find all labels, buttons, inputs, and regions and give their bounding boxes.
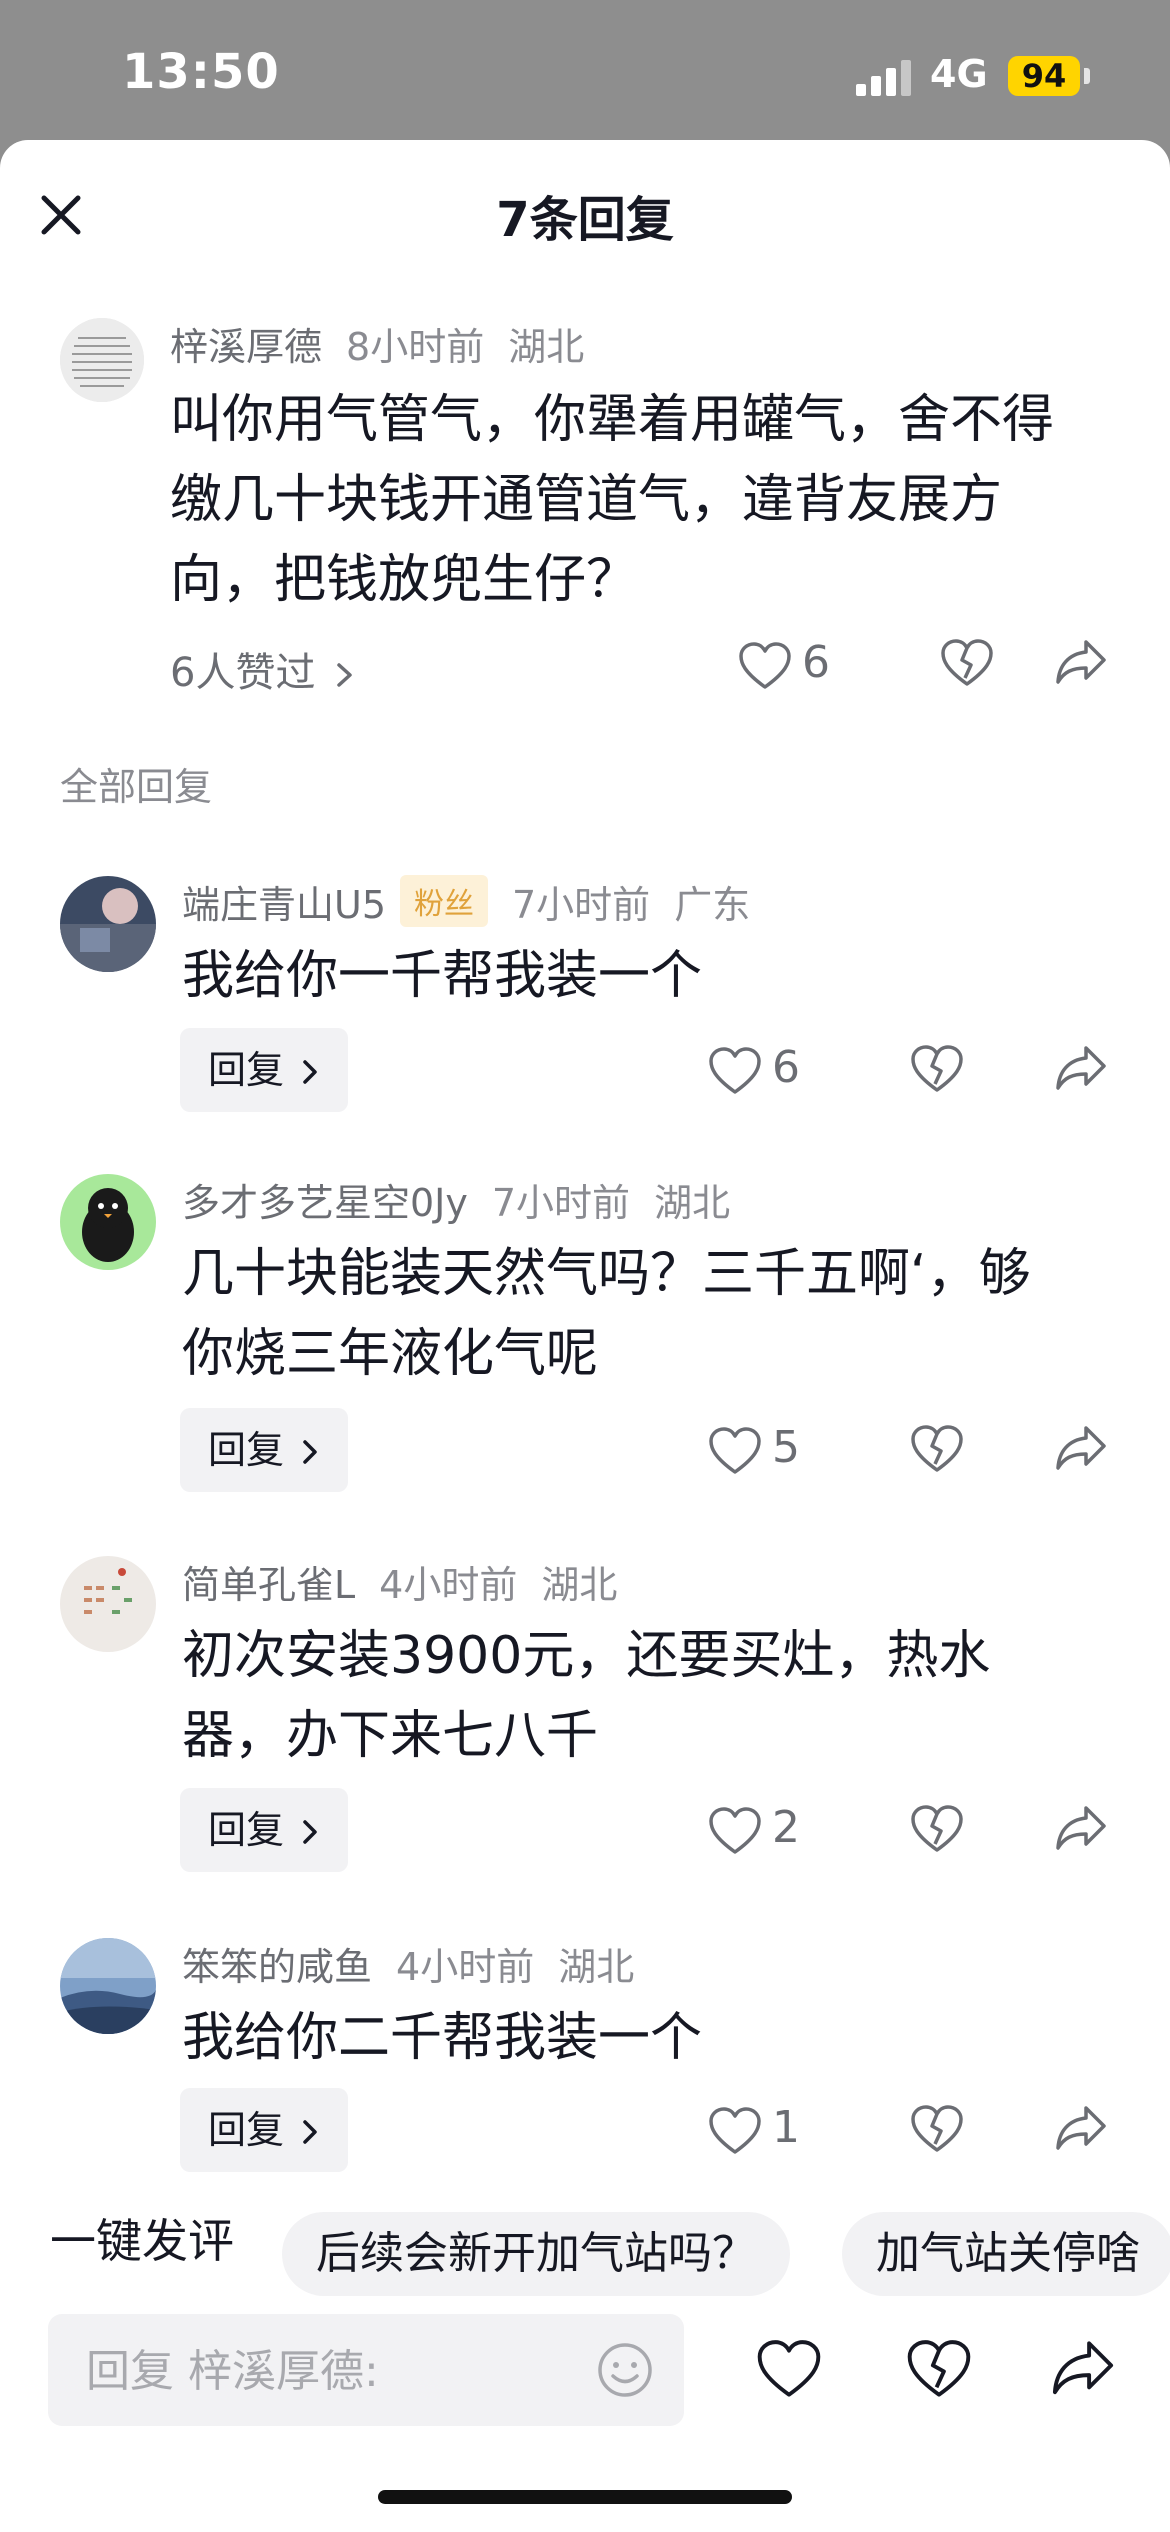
comment-text: 我给你一千帮我装一个	[182, 946, 703, 1006]
author-name[interactable]: 笨笨的咸鱼	[182, 1945, 372, 1989]
avatar[interactable]	[60, 1938, 156, 2034]
battery-tip	[1084, 68, 1090, 84]
liked-by-link[interactable]: 6人赞过	[170, 640, 356, 698]
reply-button[interactable]: 回复	[180, 2088, 348, 2172]
broken-heart-icon	[907, 2340, 971, 2397]
battery-icon: 94	[1008, 56, 1080, 96]
comment-time: 8小时前	[346, 325, 485, 369]
network-type: 4G	[930, 52, 988, 96]
comment-location: 广东	[674, 883, 751, 927]
section-label: 全部回复	[60, 765, 213, 809]
comment-time: 7小时前	[491, 1181, 631, 1225]
comment-time: 7小时前	[512, 883, 651, 927]
dislike-post-button[interactable]	[906, 2338, 972, 2404]
quick-comment-label: 一键发评	[50, 2214, 234, 2268]
broken-heart-icon	[911, 1805, 963, 1852]
avatar[interactable]	[60, 876, 156, 972]
comment-time: 4小时前	[396, 1945, 535, 1989]
dislike-button[interactable]	[940, 638, 994, 692]
comment-meta: 简单孔雀L 4小时前 湖北	[182, 1554, 617, 1609]
comment-meta: 梓溪厚德 8小时前 湖北	[170, 316, 584, 371]
dislike-button[interactable]	[910, 1044, 964, 1098]
share-post-button[interactable]	[1050, 2338, 1116, 2404]
broken-heart-icon	[911, 2105, 963, 2152]
share-button[interactable]	[1054, 1424, 1108, 1478]
like-count: 5	[772, 1422, 800, 1473]
share-icon	[1056, 2106, 1106, 2150]
comment-time: 4小时前	[379, 1563, 518, 1607]
chevron-right-icon	[303, 1060, 317, 1084]
comment-location: 湖北	[654, 1181, 731, 1225]
like-count: 2	[772, 1802, 800, 1853]
dislike-button[interactable]	[910, 1804, 964, 1858]
chevron-right-icon	[303, 1440, 317, 1464]
heart-icon	[709, 1807, 761, 1854]
comment-location: 湖北	[558, 1945, 635, 1989]
home-indicator	[378, 2490, 792, 2504]
reply-button[interactable]: 回复	[180, 1788, 348, 1872]
quick-comment-chip[interactable]: 加气站关停啥	[842, 2212, 1170, 2296]
sheet-title: 7条回复	[496, 192, 674, 248]
reply-button[interactable]: 回复	[180, 1408, 348, 1492]
comment-location: 湖北	[541, 1563, 618, 1607]
author-name[interactable]: 梓溪厚德	[170, 325, 322, 369]
share-icon	[1052, 2341, 1114, 2395]
status-time: 13:50	[122, 44, 280, 100]
chevron-right-icon	[303, 1820, 317, 1844]
status-bar: 13:50 4G 94	[0, 0, 1170, 140]
like-post-button[interactable]	[756, 2338, 822, 2404]
broken-heart-icon	[911, 1425, 963, 1472]
like-count: 6	[772, 1042, 800, 1093]
share-button[interactable]	[1054, 1804, 1108, 1858]
like-count: 6	[802, 637, 830, 688]
author-name[interactable]: 端庄青山U5	[182, 883, 386, 927]
replies-sheet: 7条回复 梓溪厚德 8小时前 湖北 叫你用气管气，你犟着用罐气，舍不得 缴几十块钱开…	[0, 140, 1170, 2532]
comment-text: 几十块能装天然气吗？三千五啊‘，够 你烧三年液化气呢	[182, 1244, 1031, 1384]
share-icon	[1056, 1806, 1106, 1850]
avatar[interactable]	[60, 318, 144, 402]
comment-meta: 笨笨的咸鱼 4小时前 湖北	[182, 1936, 634, 1991]
avatar[interactable]	[60, 1174, 156, 1270]
broken-heart-icon	[911, 1045, 963, 1092]
comment-meta: 多才多艺星空0Jy 7小时前 湖北	[182, 1172, 730, 1227]
comment-meta: 端庄青山U5 粉丝 7小时前 广东	[182, 874, 750, 929]
comment-text: 初次安装3900元，还要买灶，热水 器，办下来七八千	[182, 1626, 991, 1766]
author-name[interactable]: 简单孔雀L	[182, 1563, 355, 1607]
share-icon	[1056, 640, 1106, 684]
fan-badge: 粉丝	[400, 875, 488, 927]
broken-heart-icon	[941, 639, 993, 686]
heart-icon	[757, 2340, 821, 2397]
share-button[interactable]	[1054, 2104, 1108, 2158]
signal-icon	[856, 60, 912, 96]
like-button[interactable]: 1	[708, 2100, 808, 2160]
heart-icon	[709, 1047, 761, 1094]
like-button[interactable]: 5	[708, 1420, 808, 1480]
comment-text: 叫你用气管气，你犟着用罐气，舍不得 缴几十块钱开通管道气，違背友展方 向，把钱放…	[170, 390, 1055, 610]
share-button[interactable]	[1054, 1044, 1108, 1098]
emoji-icon[interactable]	[596, 2341, 654, 2399]
reply-button[interactable]: 回复	[180, 1028, 348, 1112]
like-count: 1	[772, 2102, 800, 2153]
share-icon	[1056, 1046, 1106, 1090]
chevron-right-icon	[303, 2120, 317, 2144]
avatar[interactable]	[60, 1556, 156, 1652]
dislike-button[interactable]	[910, 1424, 964, 1478]
author-name[interactable]: 多才多艺星空0Jy	[182, 1181, 468, 1225]
chevron-right-icon	[337, 663, 352, 687]
heart-icon	[739, 642, 791, 689]
reply-input[interactable]	[84, 2314, 568, 2428]
share-button[interactable]	[1054, 638, 1108, 692]
like-button[interactable]: 6	[738, 635, 838, 695]
quick-comment-chip[interactable]: 后续会新开加气站吗？	[282, 2212, 790, 2296]
comment-location: 湖北	[508, 325, 585, 369]
like-button[interactable]: 2	[708, 1800, 808, 1860]
comment-text: 我给你二千帮我装一个	[182, 2008, 703, 2068]
reply-input-box[interactable]	[48, 2314, 684, 2428]
share-icon	[1056, 1426, 1106, 1470]
heart-icon	[709, 1427, 761, 1474]
heart-icon	[709, 2107, 761, 2154]
like-button[interactable]: 6	[708, 1040, 808, 1100]
dislike-button[interactable]	[910, 2104, 964, 2158]
